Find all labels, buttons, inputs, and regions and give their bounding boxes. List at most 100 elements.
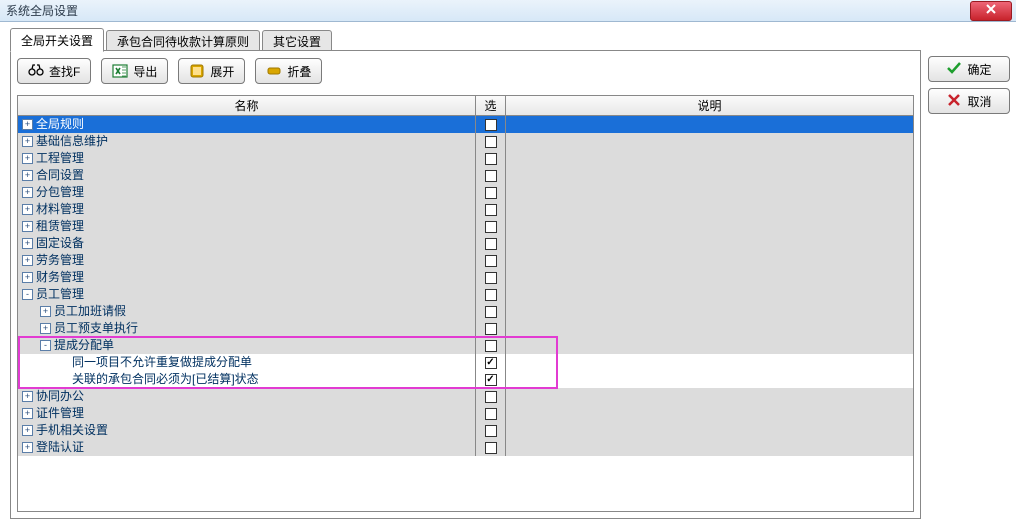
row-checkbox[interactable]: [485, 306, 497, 318]
settings-grid: 名称 选 说明 +全局规则+基础信息维护+工程管理+合同设置+分包管理+材料管理…: [17, 95, 914, 512]
export-button[interactable]: 导出: [101, 58, 168, 84]
collapse-toggle-icon[interactable]: -: [40, 340, 51, 351]
tab-0[interactable]: 全局开关设置: [10, 28, 104, 52]
row-checkbox[interactable]: [485, 238, 497, 250]
tab-2[interactable]: 其它设置: [262, 30, 332, 52]
table-row[interactable]: +合同设置: [18, 167, 913, 184]
table-row[interactable]: +租赁管理: [18, 218, 913, 235]
cell-name: -员工管理: [18, 286, 476, 303]
table-row[interactable]: +分包管理: [18, 184, 913, 201]
table-row[interactable]: +协同办公: [18, 388, 913, 405]
search-button[interactable]: 查找F: [17, 58, 91, 84]
table-row[interactable]: +手机相关设置: [18, 422, 913, 439]
cell-select: [476, 252, 506, 269]
row-checkbox[interactable]: [485, 425, 497, 437]
table-row[interactable]: +材料管理: [18, 201, 913, 218]
title-bar: 系统全局设置: [0, 0, 1016, 22]
cell-desc: [506, 320, 913, 337]
expand-toggle-icon[interactable]: +: [22, 238, 33, 249]
cell-select: [476, 133, 506, 150]
row-checkbox[interactable]: [485, 153, 497, 165]
cell-select: [476, 218, 506, 235]
table-row[interactable]: +全局规则: [18, 116, 913, 133]
row-checkbox[interactable]: [485, 255, 497, 267]
col-header-sel[interactable]: 选: [476, 96, 506, 115]
row-label: 员工预支单执行: [54, 320, 138, 337]
row-checkbox[interactable]: [485, 170, 497, 182]
window-close-button[interactable]: [970, 1, 1012, 21]
cell-name: +手机相关设置: [18, 422, 476, 439]
table-row[interactable]: +员工预支单执行: [18, 320, 913, 337]
expand-toggle-icon[interactable]: +: [22, 221, 33, 232]
ok-button[interactable]: 确定: [928, 56, 1010, 82]
row-checkbox[interactable]: [485, 357, 497, 369]
table-row[interactable]: -提成分配单: [18, 337, 913, 354]
row-checkbox[interactable]: [485, 272, 497, 284]
table-row[interactable]: +工程管理: [18, 150, 913, 167]
expand-toggle-icon[interactable]: +: [22, 170, 33, 181]
expand-toggle-icon[interactable]: +: [22, 119, 33, 130]
expand-toggle-icon[interactable]: +: [22, 408, 33, 419]
table-row[interactable]: +劳务管理: [18, 252, 913, 269]
tab-1[interactable]: 承包合同待收款计算原则: [106, 30, 260, 52]
table-row[interactable]: 关联的承包合同必须为[已结算]状态: [18, 371, 913, 388]
table-row[interactable]: +固定设备: [18, 235, 913, 252]
cell-desc: [506, 371, 913, 388]
row-label: 劳务管理: [36, 252, 84, 269]
expand-toggle-icon[interactable]: +: [22, 391, 33, 402]
row-checkbox[interactable]: [485, 323, 497, 335]
expand-toggle-icon[interactable]: +: [40, 323, 51, 334]
row-checkbox[interactable]: [485, 204, 497, 216]
row-checkbox[interactable]: [485, 374, 497, 386]
cell-name: +全局规则: [18, 116, 476, 133]
tab-row: 全局开关设置承包合同待收款计算原则其它设置: [10, 28, 334, 52]
table-row[interactable]: -员工管理: [18, 286, 913, 303]
table-row[interactable]: +证件管理: [18, 405, 913, 422]
row-checkbox[interactable]: [485, 136, 497, 148]
cell-name: +固定设备: [18, 235, 476, 252]
row-checkbox[interactable]: [485, 391, 497, 403]
cell-desc: [506, 269, 913, 286]
collapse-button[interactable]: 折叠: [255, 58, 322, 84]
expand-toggle-icon[interactable]: +: [22, 136, 33, 147]
expand-button[interactable]: 展开: [178, 58, 245, 84]
grid-body[interactable]: +全局规则+基础信息维护+工程管理+合同设置+分包管理+材料管理+租赁管理+固定…: [18, 116, 913, 511]
cell-desc: [506, 150, 913, 167]
row-checkbox[interactable]: [485, 408, 497, 420]
tab-label: 全局开关设置: [21, 32, 93, 49]
table-row[interactable]: +财务管理: [18, 269, 913, 286]
row-checkbox[interactable]: [485, 289, 497, 301]
cell-desc: [506, 184, 913, 201]
expand-toggle-icon[interactable]: +: [22, 272, 33, 283]
col-header-name[interactable]: 名称: [18, 96, 476, 115]
row-checkbox[interactable]: [485, 340, 497, 352]
expand-toggle-icon[interactable]: +: [40, 306, 51, 317]
row-label: 固定设备: [36, 235, 84, 252]
expand-toggle-icon[interactable]: +: [22, 255, 33, 266]
cell-name: +登陆认证: [18, 439, 476, 456]
expand-toggle-icon[interactable]: +: [22, 153, 33, 164]
row-checkbox[interactable]: [485, 187, 497, 199]
expand-toggle-icon[interactable]: +: [22, 187, 33, 198]
cancel-button[interactable]: 取消: [928, 88, 1010, 114]
row-checkbox[interactable]: [485, 442, 497, 454]
excel-icon: [112, 63, 128, 79]
cell-name: +合同设置: [18, 167, 476, 184]
row-label: 提成分配单: [54, 337, 114, 354]
cell-desc: [506, 354, 913, 371]
expand-toggle-icon[interactable]: +: [22, 442, 33, 453]
cell-desc: [506, 167, 913, 184]
table-row[interactable]: 同一项目不允许重复做提成分配单: [18, 354, 913, 371]
table-row[interactable]: +登陆认证: [18, 439, 913, 456]
dialog-buttons: 确定 取消: [928, 56, 1010, 114]
table-row[interactable]: +员工加班请假: [18, 303, 913, 320]
expand-toggle-icon[interactable]: +: [22, 204, 33, 215]
row-checkbox[interactable]: [485, 221, 497, 233]
table-row[interactable]: +基础信息维护: [18, 133, 913, 150]
collapse-toggle-icon[interactable]: -: [22, 289, 33, 300]
expand-toggle-icon[interactable]: +: [22, 425, 33, 436]
row-label: 财务管理: [36, 269, 84, 286]
col-header-desc[interactable]: 说明: [506, 96, 913, 115]
cell-desc: [506, 116, 913, 133]
row-checkbox[interactable]: [485, 119, 497, 131]
